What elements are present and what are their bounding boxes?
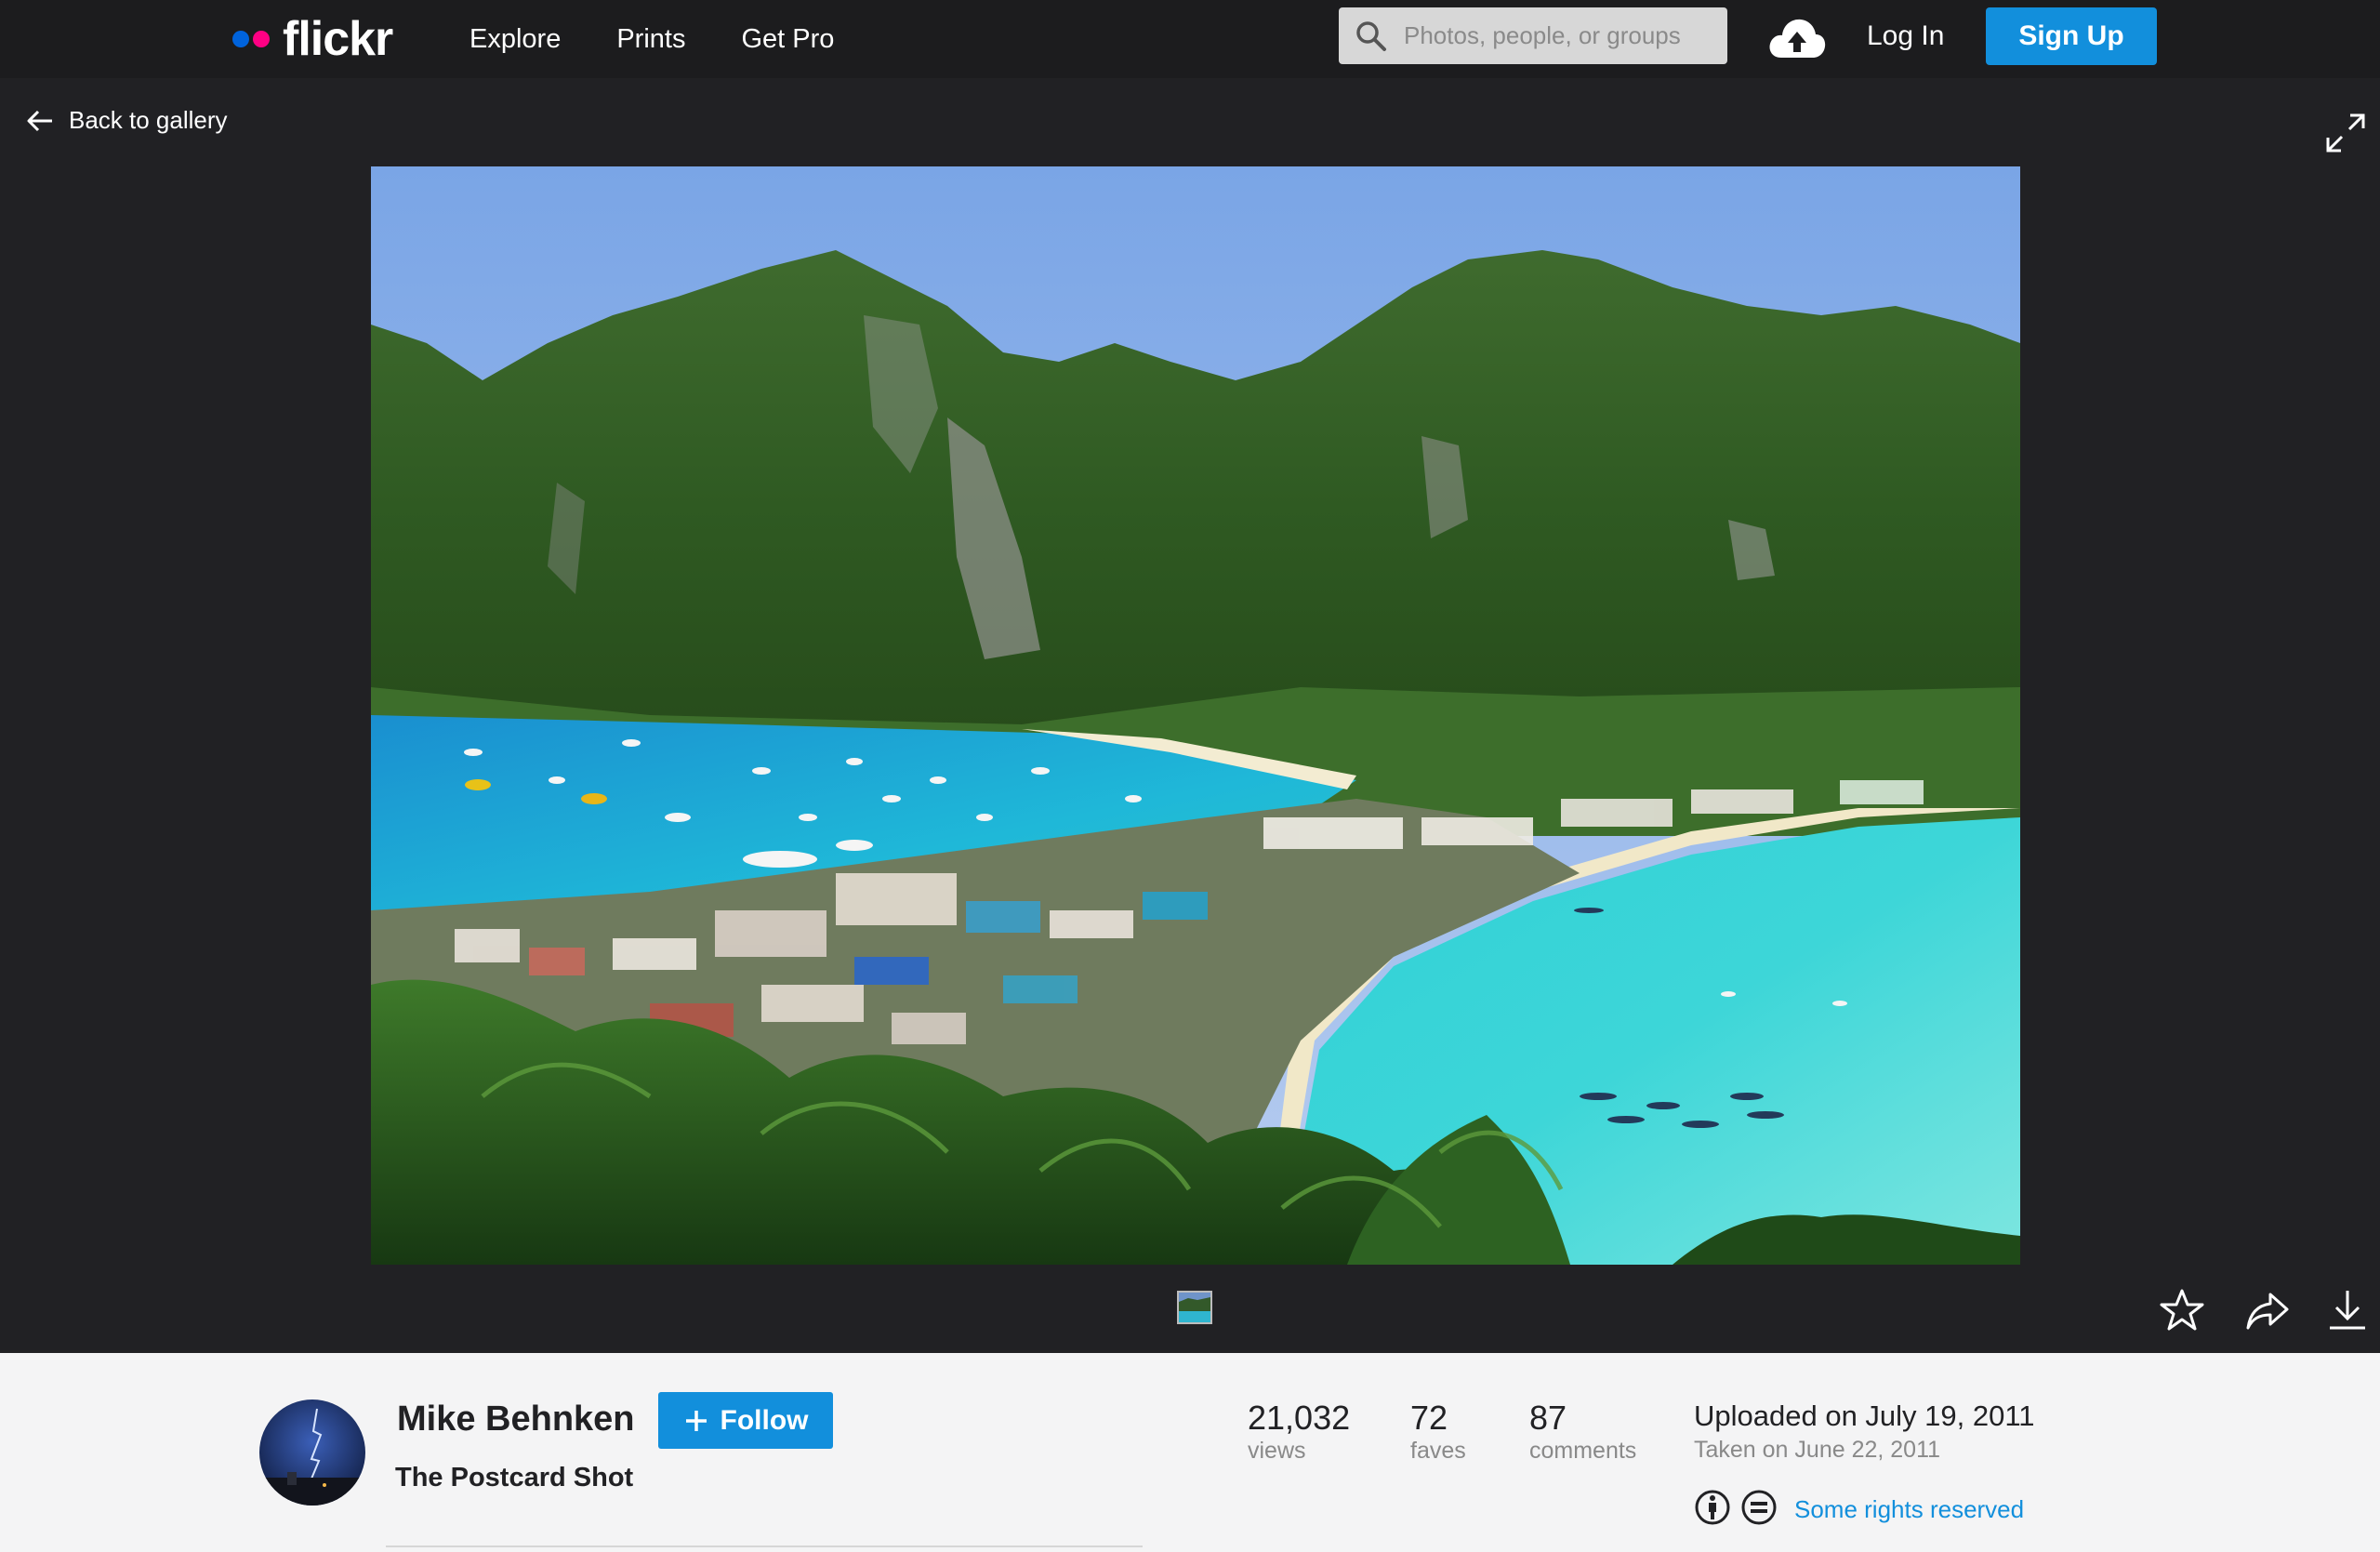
fullscreen-expand-icon[interactable]	[2324, 112, 2367, 154]
photo-title: The Postcard Shot	[395, 1463, 634, 1492]
upload-cloud-icon[interactable]	[1766, 13, 1828, 63]
search-box	[1339, 7, 1727, 64]
top-nav: flickr Explore Prints Get Pro Log In Sig…	[0, 0, 2380, 78]
back-to-gallery-label: Back to gallery	[69, 106, 228, 134]
nav-link-explore[interactable]: Explore	[469, 20, 561, 58]
main-photo[interactable]	[371, 166, 2020, 1265]
stat-comments-value: 87	[1529, 1399, 1567, 1437]
login-link[interactable]: Log In	[1867, 17, 1944, 56]
follow-button[interactable]: Follow	[658, 1392, 833, 1449]
photo-viewer: Back to gallery	[0, 78, 2380, 1353]
taken-date[interactable]: Taken on June 22, 2011	[1694, 1435, 2035, 1465]
title-divider	[386, 1545, 1143, 1547]
logo-wordmark: flickr	[283, 12, 393, 66]
arrow-left-icon	[27, 110, 52, 131]
search-input[interactable]	[1404, 21, 1711, 50]
photo-info-panel: Mike Behnken Follow The Postcard Shot 21…	[0, 1353, 2380, 1552]
back-to-gallery-link[interactable]: Back to gallery	[26, 106, 228, 135]
download-icon[interactable]	[2324, 1287, 2371, 1333]
stat-comments-label: comments	[1529, 1438, 1637, 1464]
stat-comments[interactable]: 87 comments	[1529, 1399, 1636, 1465]
license-info: Some rights reserved	[1694, 1489, 2024, 1531]
uploaded-date: Uploaded on July 19, 2011	[1694, 1399, 2035, 1432]
plus-icon	[685, 1410, 707, 1431]
star-fave-icon[interactable]	[2159, 1287, 2205, 1333]
logo-blue-dot	[232, 31, 249, 47]
photo-actions	[0, 1287, 2380, 1333]
stat-faves-label: faves	[1410, 1438, 1466, 1464]
signup-button[interactable]: Sign Up	[1986, 7, 2157, 65]
nav-link-prints[interactable]: Prints	[616, 20, 685, 58]
flickr-logo[interactable]: flickr	[232, 11, 393, 67]
nav-link-get-pro[interactable]: Get Pro	[741, 20, 834, 58]
some-rights-reserved-link[interactable]: Some rights reserved	[1794, 1495, 2024, 1524]
share-arrow-icon[interactable]	[2244, 1287, 2291, 1333]
stat-faves: 72 faves	[1410, 1399, 1466, 1465]
author-name[interactable]: Mike Behnken	[397, 1399, 635, 1439]
stat-views-value: 21,032	[1248, 1399, 1351, 1437]
search-icon[interactable]	[1339, 7, 1404, 64]
cc-no-derivatives-icon	[1740, 1489, 1778, 1531]
stat-views-label: views	[1248, 1438, 1306, 1464]
cc-attribution-icon	[1694, 1489, 1731, 1531]
logo-pink-dot	[253, 31, 270, 47]
author-avatar[interactable]	[259, 1399, 365, 1506]
follow-label: Follow	[720, 1404, 809, 1436]
photo-dates: Uploaded on July 19, 2011 Taken on June …	[1694, 1398, 2035, 1465]
stat-faves-value: 72	[1410, 1399, 1448, 1437]
main-nav: Explore Prints Get Pro	[469, 20, 834, 58]
stat-views: 21,032 views	[1248, 1399, 1350, 1465]
